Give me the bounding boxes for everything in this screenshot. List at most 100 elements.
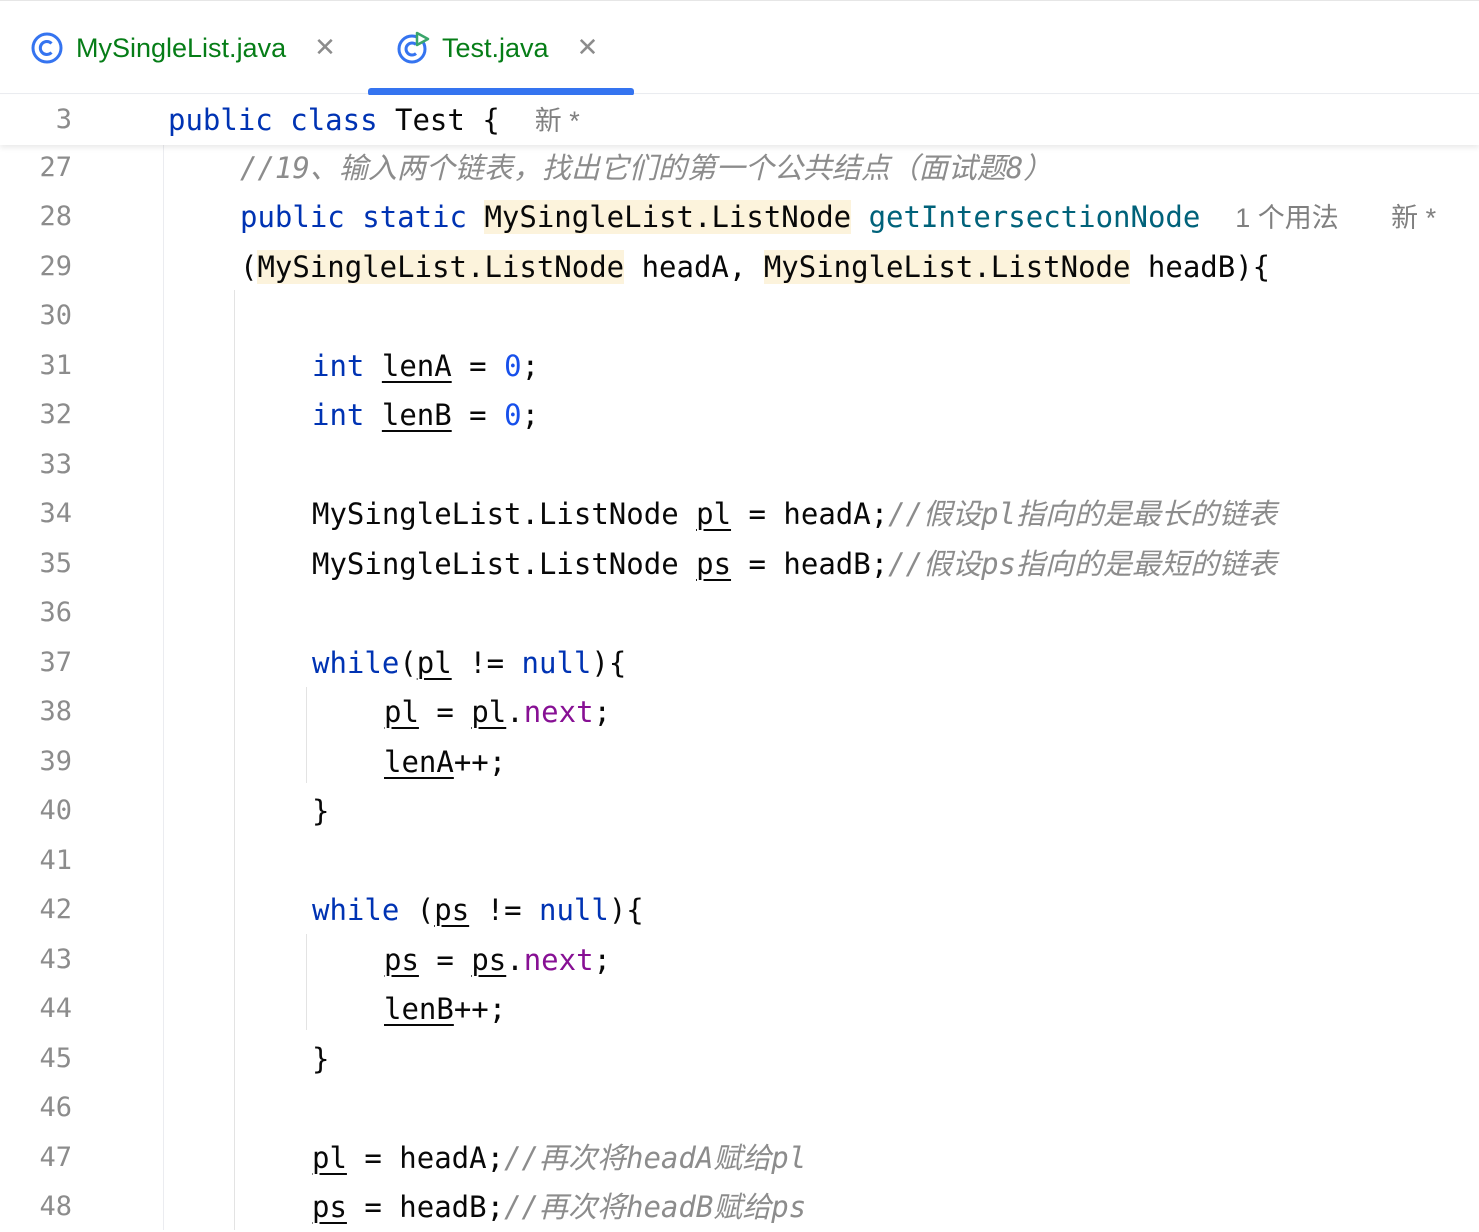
code-line-27[interactable]: //19、输入两个链表，找出它们的第一个公共结点（面试题8） <box>240 143 1052 193</box>
variable: ps <box>384 943 419 977</box>
line-number: 35 <box>39 548 72 579</box>
line-number: 32 <box>39 399 72 430</box>
number-literal: 0 <box>504 349 522 383</box>
line-number: 45 <box>39 1043 72 1074</box>
line-number: 28 <box>39 201 72 232</box>
variable: pl <box>312 1141 347 1175</box>
line-number: 27 <box>39 152 72 183</box>
line-number: 31 <box>39 350 72 381</box>
usages-hint[interactable]: 1 个用法 <box>1235 203 1339 233</box>
brace: } <box>312 1042 330 1076</box>
dot: . <box>506 943 524 977</box>
code-line-39[interactable]: lenA++; <box>384 737 506 787</box>
keyword: class <box>290 103 378 137</box>
assignment: = headA; <box>346 1141 505 1175</box>
author-hint[interactable]: 新 * <box>1391 203 1436 233</box>
paren: ( <box>399 646 417 680</box>
line-number: 29 <box>39 251 72 282</box>
code-line-32[interactable]: int lenB = 0; <box>312 390 539 440</box>
code-line-42[interactable]: while (ps != null){ <box>312 885 644 935</box>
line-number: 3 <box>55 104 72 135</box>
field: next <box>523 943 594 977</box>
line-number: 46 <box>39 1092 72 1123</box>
author-hint[interactable]: 新 * <box>535 106 580 136</box>
close-icon[interactable]: ✕ <box>577 33 599 63</box>
increment: ++; <box>453 745 507 779</box>
keyword: public <box>168 103 273 137</box>
comment: //假设pl指向的是最长的链表 <box>888 497 1278 531</box>
parameter: headA, <box>624 250 764 284</box>
assignment: = headA; <box>731 497 889 531</box>
type-reference: MySingleList.ListNode <box>484 200 852 234</box>
keyword: int <box>312 398 365 432</box>
code-line-40[interactable]: } <box>312 786 329 836</box>
code-line-47[interactable]: pl = headA;//再次将headA赋给pl <box>312 1133 806 1183</box>
assignment: = headB; <box>346 1190 505 1224</box>
sticky-code-line: public class Test { 新 * <box>168 95 580 145</box>
line-number: 37 <box>39 647 72 678</box>
operator: != <box>451 646 522 680</box>
line-number: 40 <box>39 795 72 826</box>
line-number: 36 <box>39 597 72 628</box>
comment: //假设ps指向的是最短的链表 <box>888 547 1278 581</box>
code-line-34[interactable]: MySingleList.ListNode pl = headA;//假设pl指… <box>312 489 1277 539</box>
code-line-44[interactable]: lenB++; <box>384 984 506 1034</box>
line-number: 30 <box>39 300 72 331</box>
keyword: static <box>362 200 467 234</box>
tab-test[interactable]: Test.java ✕ <box>368 1 635 96</box>
keyword: null <box>521 646 592 680</box>
line-number: 44 <box>39 993 72 1024</box>
variable: ps <box>696 547 732 581</box>
variable: pl <box>696 497 732 531</box>
comment: //再次将headB赋给ps <box>504 1190 807 1224</box>
code-line-31[interactable]: int lenA = 0; <box>312 341 539 391</box>
variable: lenB <box>381 398 452 432</box>
line-number: 38 <box>39 696 72 727</box>
keyword: public <box>240 200 345 234</box>
comment: //再次将headA赋给pl <box>504 1141 807 1175</box>
variable: lenA <box>381 349 452 383</box>
semicolon: ; <box>521 349 540 383</box>
line-number: 34 <box>39 498 72 529</box>
semicolon: ; <box>593 943 612 977</box>
code-line-28[interactable]: public static MySingleList.ListNode getI… <box>240 192 1436 242</box>
code-line-45[interactable]: } <box>312 1034 329 1084</box>
code-line-48[interactable]: ps = headB;//再次将headB赋给ps <box>312 1182 806 1232</box>
code-line-29[interactable]: (MySingleList.ListNode headA, MySingleLi… <box>240 242 1270 292</box>
sticky-class-header[interactable]: 3 public class Test { 新 * <box>0 95 1479 145</box>
operator: != <box>469 893 539 927</box>
variable: lenB <box>384 992 454 1026</box>
parameter: headB){ <box>1130 250 1271 284</box>
line-number: 43 <box>39 944 72 975</box>
close-icon[interactable]: ✕ <box>314 33 336 63</box>
indent-guide <box>234 290 235 1230</box>
line-number: 39 <box>39 746 72 777</box>
increment: ++; <box>453 992 507 1026</box>
field: next <box>523 695 594 729</box>
operator: = <box>451 349 505 383</box>
indent-guide <box>306 934 307 1030</box>
variable: pl <box>384 695 419 729</box>
keyword: int <box>312 349 365 383</box>
class-name: Test { <box>395 103 500 137</box>
number-literal: 0 <box>504 398 522 432</box>
semicolon: ; <box>521 398 540 432</box>
operator: = <box>418 943 472 977</box>
line-number: 48 <box>39 1191 72 1222</box>
type-reference: MySingleList.ListNode <box>763 250 1131 284</box>
code-line-37[interactable]: while(pl != null){ <box>312 638 626 688</box>
code-line-38[interactable]: pl = pl.next; <box>384 687 611 737</box>
brace: ){ <box>608 893 644 927</box>
line-number: 41 <box>39 845 72 876</box>
assignment: = headB; <box>731 547 889 581</box>
code-line-35[interactable]: MySingleList.ListNode ps = headB;//假设ps指… <box>312 539 1277 589</box>
code-line-43[interactable]: ps = ps.next; <box>384 935 611 985</box>
variable: pl <box>471 695 507 729</box>
tab-label: MySingleList.java <box>76 32 287 63</box>
tab-label: Test.java <box>442 32 549 63</box>
class-icon <box>30 31 64 65</box>
variable: ps <box>434 893 470 927</box>
tab-mysinglelist[interactable]: MySingleList.java ✕ <box>30 1 336 95</box>
editor-tab-bar: MySingleList.java ✕ Test.java ✕ <box>0 0 1479 96</box>
keyword: null <box>539 893 609 927</box>
